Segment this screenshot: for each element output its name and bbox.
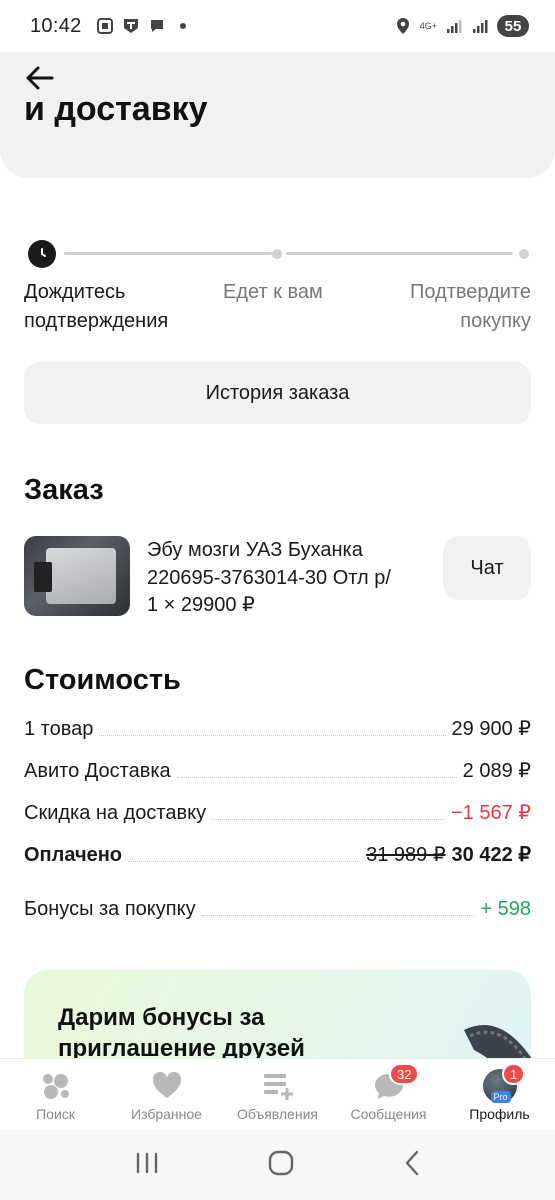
step-label-line: Дождитесь (24, 281, 126, 303)
paid-old-value: 31 989 ₽ (366, 844, 446, 866)
progress-line (286, 252, 513, 255)
cost-label: 1 товар (24, 718, 94, 740)
cost-label: Авито Доставка (24, 760, 171, 782)
cost-value: 2 089 ₽ (462, 760, 531, 782)
cost-row-items: 1 товар 29 900 ₽ (24, 716, 531, 741)
notification-icons (96, 17, 192, 35)
ecu-unit-shape (46, 548, 116, 604)
step-label-on-the-way: Едет к вам (223, 278, 323, 307)
product-quantity-price: 1 × 29900 ₽ (147, 594, 255, 616)
cost-row-paid: Оплачено 31 989 ₽ 30 422 ₽ (24, 842, 531, 867)
paid-value: 30 422 ₽ (451, 844, 531, 866)
messages-badge: 32 (389, 1063, 420, 1085)
progress-line (64, 252, 272, 255)
battery-indicator: 55 (497, 15, 529, 37)
dotted-leader (201, 915, 475, 916)
cost-section-title: Стоимость (24, 664, 181, 696)
nav-messages[interactable]: 32 Сообщения (333, 1059, 444, 1130)
nav-ads[interactable]: Объявления (222, 1059, 333, 1130)
cost-value: 29 900 ₽ (451, 718, 531, 740)
screenshot-icon (96, 17, 114, 35)
status-right: 4G+ 55 (394, 15, 529, 37)
cost-row-delivery: Авито Доставка 2 089 ₽ (24, 758, 531, 783)
heart-icon (150, 1069, 184, 1103)
signal-icon (445, 17, 463, 35)
product-image[interactable] (24, 536, 130, 616)
order-history-button[interactable]: История заказа (24, 362, 531, 424)
more-notifications-dot-icon (174, 17, 192, 35)
nav-label: Избранное (131, 1106, 202, 1122)
nav-label: Профиль (469, 1106, 530, 1122)
arrow-left-icon (26, 66, 54, 90)
ads-icon (261, 1069, 295, 1103)
dotted-leader (128, 861, 361, 862)
home-icon[interactable] (267, 1149, 295, 1182)
promo-title: Дарим бонусы за приглашение друзей (58, 1004, 305, 1062)
bonus-value: + 598 (480, 898, 531, 920)
step-label-line: покупку (460, 310, 531, 332)
chat-button[interactable]: Чат (443, 536, 531, 600)
profile-badge: 1 (502, 1063, 526, 1085)
location-icon (394, 17, 412, 35)
nav-search[interactable]: Поиск (0, 1059, 111, 1130)
step-label-line: подтверждения (24, 310, 169, 332)
dotted-leader (176, 777, 457, 778)
step-label-line: Подтвердите (410, 281, 531, 303)
cost-value: −1 567 ₽ (450, 802, 531, 824)
signal-sim2-icon (471, 17, 489, 35)
header: и доставку (0, 52, 555, 178)
cost-row-bonus: Бонусы за покупку + 598 (24, 898, 531, 921)
message-app-icon (148, 17, 166, 35)
search-bubbles-icon (39, 1069, 73, 1103)
order-section-title: Заказ (24, 474, 104, 506)
status-bar: 10:42 4G+ 55 (0, 0, 555, 52)
recent-apps-icon[interactable] (134, 1152, 160, 1179)
step-dot (519, 249, 529, 259)
order-progress-stepper (24, 238, 531, 268)
cost-row-delivery-discount: Скидка на доставку −1 567 ₽ (24, 800, 531, 825)
bank-app-icon (122, 17, 140, 35)
nav-profile[interactable]: Pro 1 Профиль (444, 1059, 555, 1130)
nav-label: Поиск (36, 1106, 75, 1122)
bonus-label: Бонусы за покупку (24, 898, 196, 920)
network-type: 4G+ (419, 20, 437, 31)
product-title[interactable]: Эбу мозги УАЗ Буханка 220695-3763014-30 … (147, 536, 437, 592)
dotted-leader (212, 819, 445, 820)
ecu-connector-shape (34, 562, 52, 592)
system-navigation-bar (0, 1130, 555, 1200)
pro-tag: Pro (490, 1091, 511, 1103)
page-title: и доставку (24, 90, 208, 128)
step-label-awaiting: Дождитесь подтверждения (24, 278, 168, 336)
nav-label: Объявления (237, 1106, 318, 1122)
clock-icon (28, 240, 56, 268)
nav-label: Сообщения (350, 1106, 427, 1122)
step-label-confirm: Подтвердите покупку (410, 278, 531, 336)
step-dot (272, 249, 282, 259)
bottom-navigation: Поиск Избранное Объявления 32 Сообщения … (0, 1058, 555, 1130)
step-label-line: Едет к вам (223, 281, 323, 303)
paid-label: Оплачено (24, 844, 122, 866)
back-nav-icon[interactable] (402, 1149, 422, 1182)
dotted-leader (99, 735, 446, 736)
status-time: 10:42 (30, 14, 82, 37)
back-button[interactable] (24, 64, 56, 92)
nav-favorites[interactable]: Избранное (111, 1059, 222, 1130)
cost-label: Скидка на доставку (24, 802, 207, 824)
